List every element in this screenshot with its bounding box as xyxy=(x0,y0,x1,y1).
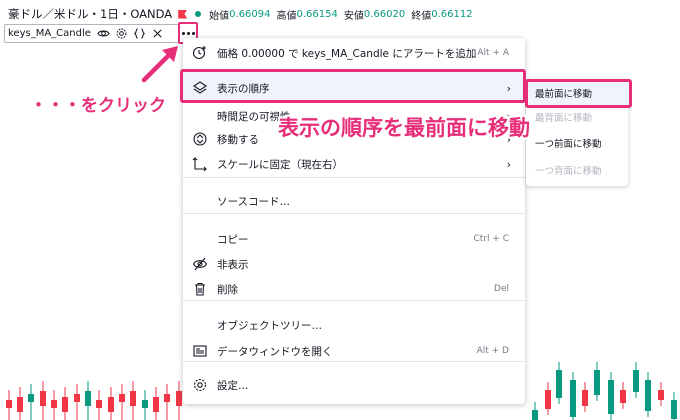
candle-body xyxy=(545,390,551,409)
menu-item-label: 非表示 xyxy=(217,258,249,271)
low-label: 安値 xyxy=(343,10,364,22)
candle-body xyxy=(40,391,46,406)
candle-body xyxy=(119,394,125,402)
menu-item-shortcut: Alt + D xyxy=(476,346,509,356)
candle-body xyxy=(671,400,677,419)
menu-separator xyxy=(183,177,525,178)
candle-body xyxy=(96,400,102,408)
menu-item[interactable]: 価格 0.00000 で keys_MA_Candle にアラートを追加 Alt … xyxy=(183,40,525,66)
alert-clock-icon xyxy=(192,45,208,61)
chevron-right-icon: › xyxy=(506,157,511,171)
menu-item[interactable]: 削除 Del xyxy=(183,276,525,302)
candle-body xyxy=(28,394,34,402)
candle-body xyxy=(570,380,576,417)
submenu-item[interactable]: 一つ背面に移動 xyxy=(526,158,628,182)
menu-item[interactable]: ソースコード… xyxy=(183,188,525,214)
click-hint-annotation: ・・・をクリック xyxy=(30,96,166,116)
candle-body xyxy=(582,390,588,406)
trash-icon xyxy=(192,281,208,297)
candle-body xyxy=(532,410,538,420)
chevron-right-icon: › xyxy=(506,81,511,95)
submenu-item[interactable]: 一つ前面に移動 xyxy=(526,131,628,155)
submenu-item[interactable]: 最背面に移動 xyxy=(526,105,628,129)
layers-icon xyxy=(192,80,208,96)
candle-body xyxy=(594,370,600,395)
submenu-item[interactable]: 最前面に移動 xyxy=(526,81,628,105)
close-value: 0.66112 xyxy=(431,8,473,20)
menu-item-shortcut: Alt + A xyxy=(477,48,509,58)
candle-body xyxy=(62,397,68,412)
scale-pin-icon xyxy=(192,156,208,172)
menu-item-label: オブジェクトツリー… xyxy=(217,319,322,332)
candle-body xyxy=(658,390,664,400)
candle-body xyxy=(608,380,614,414)
market-status-icon xyxy=(195,11,202,17)
menu-item-label: 移動する xyxy=(217,133,259,146)
indicator-name[interactable]: keys_MA_Candle xyxy=(8,28,91,39)
menu-item[interactable]: 設定… xyxy=(183,372,525,398)
menu-item-label: 削除 xyxy=(217,283,238,296)
candle-body xyxy=(620,390,626,403)
low-value: 0.66020 xyxy=(363,8,406,20)
close-label: 終値 xyxy=(411,10,432,22)
menu-item-label: スケールに固定（現在右） xyxy=(217,158,343,171)
pointer-arrow xyxy=(141,46,178,83)
eye-icon[interactable] xyxy=(97,27,111,41)
candle-body xyxy=(645,380,651,411)
open-label: 始値 xyxy=(209,10,230,22)
menu-item[interactable]: 非表示 xyxy=(183,251,525,277)
menu-item-label: 価格 0.00000 で keys_MA_Candle にアラートを追加 xyxy=(217,47,477,60)
high-label: 高値 xyxy=(276,10,297,22)
menu-item[interactable]: オブジェクトツリー… xyxy=(183,312,525,338)
menu-item-shortcut: Del xyxy=(494,284,509,294)
symbol-header: 豪ドル／米ドル・1日・OANDA 始値 0.66094 高値 0.66154 安… xyxy=(8,6,479,22)
candle-body xyxy=(17,397,23,412)
menu-item-label: 設定… xyxy=(217,379,249,392)
menu-item[interactable]: コピー Ctrl + C xyxy=(183,226,525,252)
gear-icon xyxy=(192,377,208,393)
candle-body xyxy=(108,397,114,412)
high-value: 0.66154 xyxy=(296,8,338,20)
open-value: 0.66094 xyxy=(229,8,271,20)
candle-body xyxy=(74,394,80,402)
candle-body xyxy=(6,400,12,408)
gear-icon[interactable] xyxy=(115,27,129,41)
menu-item-label: コピー xyxy=(217,233,249,246)
move-icon xyxy=(192,131,208,147)
menu-item[interactable]: スケールに固定（現在右） › xyxy=(183,151,525,177)
menu-item-shortcut: Ctrl + C xyxy=(473,234,509,244)
symbol-title[interactable]: 豪ドル／米ドル・1日・OANDA xyxy=(8,6,172,22)
candle-body xyxy=(130,391,136,406)
menu-item-label: ソースコード… xyxy=(217,195,290,208)
menu-item[interactable]: 表示の順序 › xyxy=(183,75,525,101)
menu-item-label: 表示の順序 xyxy=(217,82,270,95)
candle-body xyxy=(633,370,639,392)
flag-icon[interactable] xyxy=(178,9,188,19)
menu-item[interactable]: データウィンドウを開く Alt + D xyxy=(183,338,525,364)
candle-body xyxy=(176,391,182,406)
eye-off-icon xyxy=(192,256,208,272)
data-window-icon xyxy=(192,343,208,359)
candle-body xyxy=(556,370,562,398)
candle-body xyxy=(51,400,57,408)
candle-body xyxy=(142,400,148,408)
candle-body xyxy=(164,394,170,402)
candle-body xyxy=(85,391,91,406)
order-hint-annotation: 表示の順序を最前面に移動 xyxy=(278,116,530,140)
candle-body xyxy=(153,397,159,412)
menu-item-label: データウィンドウを開く xyxy=(217,345,333,358)
